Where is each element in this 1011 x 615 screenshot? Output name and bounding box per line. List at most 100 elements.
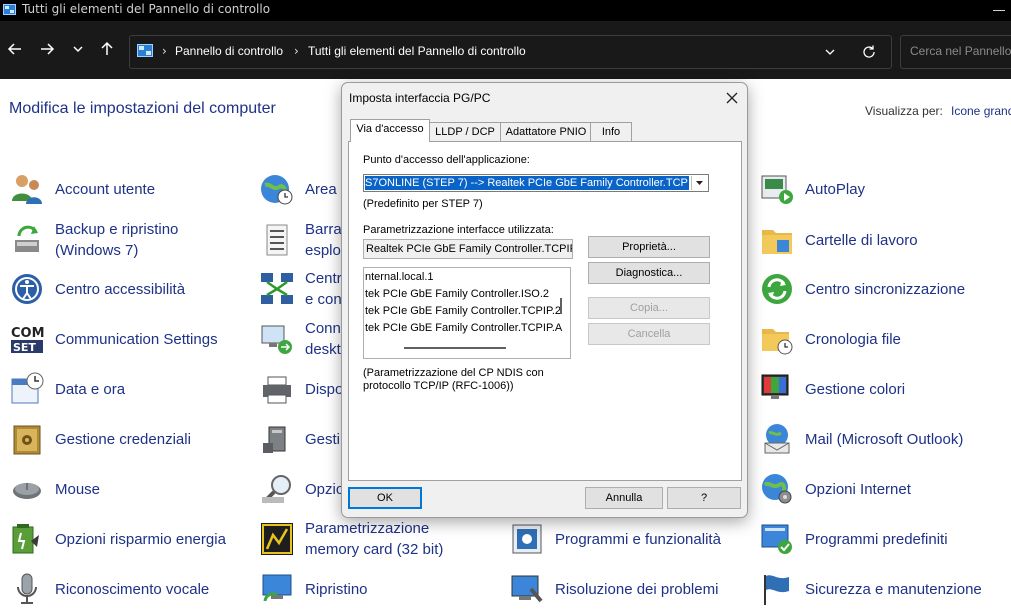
cp-item-label: Opzio xyxy=(305,480,345,498)
recovery-icon xyxy=(262,574,292,602)
svg-text:SET: SET xyxy=(13,341,36,354)
cp-item-communication-settings[interactable]: COM SET Communication Settings xyxy=(9,315,218,363)
cp-item-troubleshooting[interactable]: Risoluzione dei problemi xyxy=(509,565,718,613)
list-item[interactable]: nternal.local.1 xyxy=(365,271,434,283)
cp-item-mouse[interactable]: Mouse xyxy=(9,465,100,513)
parameterization-label: Parametrizzazione interfacce utilizzata: xyxy=(363,224,554,236)
back-arrow-icon[interactable] xyxy=(5,39,25,59)
dialog-title: Imposta interfaccia PG/PC xyxy=(349,91,491,105)
tab-info[interactable]: Info xyxy=(590,122,632,142)
accessibility-icon xyxy=(12,274,42,304)
cp-item-power-options[interactable]: Opzioni risparmio energia xyxy=(9,515,226,563)
ok-button[interactable]: OK xyxy=(348,487,422,509)
cp-item-device-manager[interactable]: Gesti xyxy=(259,415,340,463)
cp-item-label: Cartelle di lavoro xyxy=(805,231,918,249)
cp-item-label: Sicurezza e manutenzione xyxy=(805,580,982,598)
properties-button[interactable]: Proprietà... xyxy=(588,236,710,258)
vertical-scrollbar[interactable] xyxy=(560,298,562,314)
parameterization-field[interactable]: Realtek PCIe GbE Family Controller.TCPIP… xyxy=(363,239,573,259)
cp-item-user-accounts[interactable]: Account utente xyxy=(9,165,155,213)
cp-item-label: Riconoscimento vocale xyxy=(55,580,210,598)
recent-locations-chevron-icon[interactable] xyxy=(68,39,88,59)
forward-arrow-icon[interactable] xyxy=(37,39,57,59)
cp-item-sync-center[interactable]: Centro sincronizzazione xyxy=(759,265,965,313)
tab-lldp-dcp[interactable]: LLDP / DCP xyxy=(428,122,502,142)
default-note: (Predefinito per STEP 7) xyxy=(363,198,483,210)
printer-icon xyxy=(263,376,291,404)
credential-vault-icon xyxy=(13,425,41,455)
diagnostics-button[interactable]: Diagnostica... xyxy=(588,262,710,284)
flag-icon xyxy=(764,575,789,605)
cp-item-indexing-options[interactable]: Opzio xyxy=(259,465,344,513)
cp-item-date-time[interactable]: Data e ora xyxy=(9,365,125,413)
search-input[interactable]: Cerca nel Pannello xyxy=(900,35,1011,69)
cp-item-remote-desktop[interactable]: Conn deskt xyxy=(259,315,341,363)
window-title: Tutti gli elementi del Pannello di contr… xyxy=(22,2,271,16)
cp-item-backup-restore[interactable]: Backup e ripristino (Windows 7) xyxy=(9,216,178,264)
com-set-icon: COM SET xyxy=(10,324,45,354)
minimize-button[interactable] xyxy=(993,10,1005,11)
work-folders-icon xyxy=(762,230,792,254)
cp-item-credential-manager[interactable]: Gestione credenziali xyxy=(9,415,191,463)
breadcrumb-control-panel[interactable]: Pannello di controllo xyxy=(175,44,283,58)
cp-item-network-center[interactable]: Centr e con xyxy=(259,265,342,313)
horizontal-scrollbar[interactable] xyxy=(404,347,506,349)
cp-item-speech-recognition[interactable]: Riconoscimento vocale xyxy=(9,565,209,613)
copy-button[interactable]: Copia... xyxy=(588,297,710,319)
cp-item-label: Communication Settings xyxy=(55,330,218,348)
up-arrow-icon[interactable] xyxy=(97,39,117,59)
cp-item-color-management[interactable]: Gestione colori xyxy=(759,365,905,413)
address-dropdown-chevron-icon[interactable] xyxy=(823,45,837,59)
cp-item-devices-printers[interactable]: Dispo xyxy=(259,365,343,413)
list-item[interactable]: tek PCIe GbE Family Controller.ISO.2 xyxy=(365,288,549,300)
mail-icon xyxy=(764,424,790,454)
description-line-2: protocollo TCP/IP (RFC-1006)) xyxy=(363,380,514,392)
cp-item-label: AutoPlay xyxy=(805,180,866,198)
cp-item-programs-features[interactable]: Programmi e funzionalità xyxy=(509,515,721,563)
cp-item-label: Account utente xyxy=(55,180,156,198)
backup-icon xyxy=(15,225,39,252)
cp-item-label: Gestione credenziali xyxy=(55,430,191,448)
view-by-dropdown[interactable]: Icone grandi xyxy=(951,104,1011,118)
cp-item-region[interactable]: Area xyxy=(259,165,337,213)
tab-access-path[interactable]: Via d'accesso xyxy=(350,119,430,142)
window-title-bar: Tutti gli elementi del Pannello di contr… xyxy=(0,0,1011,21)
programs-icon xyxy=(512,524,542,554)
access-point-dropdown[interactable]: S7ONLINE (STEP 7) --> Realtek PCIe GbE F… xyxy=(363,174,709,192)
cp-item-recovery[interactable]: Ripristino xyxy=(259,565,368,613)
cp-item-autoplay[interactable]: AutoPlay xyxy=(759,165,865,213)
cp-item-taskbar[interactable]: Barra esplo xyxy=(259,216,342,264)
calendar-clock-icon xyxy=(11,372,44,404)
cp-item-mail[interactable]: Mail (Microsoft Outlook) xyxy=(759,415,963,463)
cp-item-label: Risoluzione dei problemi xyxy=(555,580,719,598)
tab-pnio-adapter[interactable]: Adattatore PNIO xyxy=(500,122,592,142)
cp-item-security-maintenance[interactable]: Sicurezza e manutenzione xyxy=(759,565,982,613)
cp-item-label: Area xyxy=(305,180,337,198)
address-bar[interactable]: › Pannello di controllo › Tutti gli elem… xyxy=(129,35,892,69)
list-item[interactable]: tek PCIe GbE Family Controller.TCPIP.2 xyxy=(365,305,561,317)
cp-item-label: Data e ora xyxy=(55,380,126,398)
cp-item-default-programs[interactable]: Programmi predefiniti xyxy=(759,515,948,563)
remote-desktop-icon xyxy=(261,325,292,354)
cp-item-label: Gesti xyxy=(305,430,341,448)
parameterization-list[interactable]: nternal.local.1 tek PCIe GbE Family Cont… xyxy=(363,267,571,359)
cp-item-accessibility[interactable]: Centro accessibilità xyxy=(9,265,185,313)
cp-item-internet-options[interactable]: Opzioni Internet xyxy=(759,465,911,513)
refresh-icon[interactable] xyxy=(861,44,877,60)
help-button[interactable]: ? xyxy=(667,487,741,509)
breadcrumb-all-items[interactable]: Tutti gli elementi del Pannello di contr… xyxy=(308,44,526,58)
view-by-label: Visualizza per: xyxy=(865,104,943,118)
cp-item-label: Barra esplo xyxy=(305,221,342,259)
troubleshoot-icon xyxy=(511,575,543,603)
list-item[interactable]: tek PCIe GbE Family Controller.TCPIP.A xyxy=(365,322,562,334)
dropdown-arrow-icon[interactable] xyxy=(691,176,707,190)
cancel-button[interactable]: Annulla xyxy=(585,487,663,509)
control-panel-icon xyxy=(137,44,153,57)
cp-item-file-history[interactable]: Cronologia file xyxy=(759,315,901,363)
file-history-icon xyxy=(762,329,793,355)
navigation-bar: › Pannello di controllo › Tutti gli elem… xyxy=(0,21,1011,79)
cp-item-memory-card-param[interactable]: Parametrizzazione memory card (32 bit) xyxy=(259,515,443,563)
delete-button[interactable]: Cancella xyxy=(588,323,710,345)
close-icon[interactable] xyxy=(722,88,742,108)
cp-item-work-folders[interactable]: Cartelle di lavoro xyxy=(759,216,918,264)
